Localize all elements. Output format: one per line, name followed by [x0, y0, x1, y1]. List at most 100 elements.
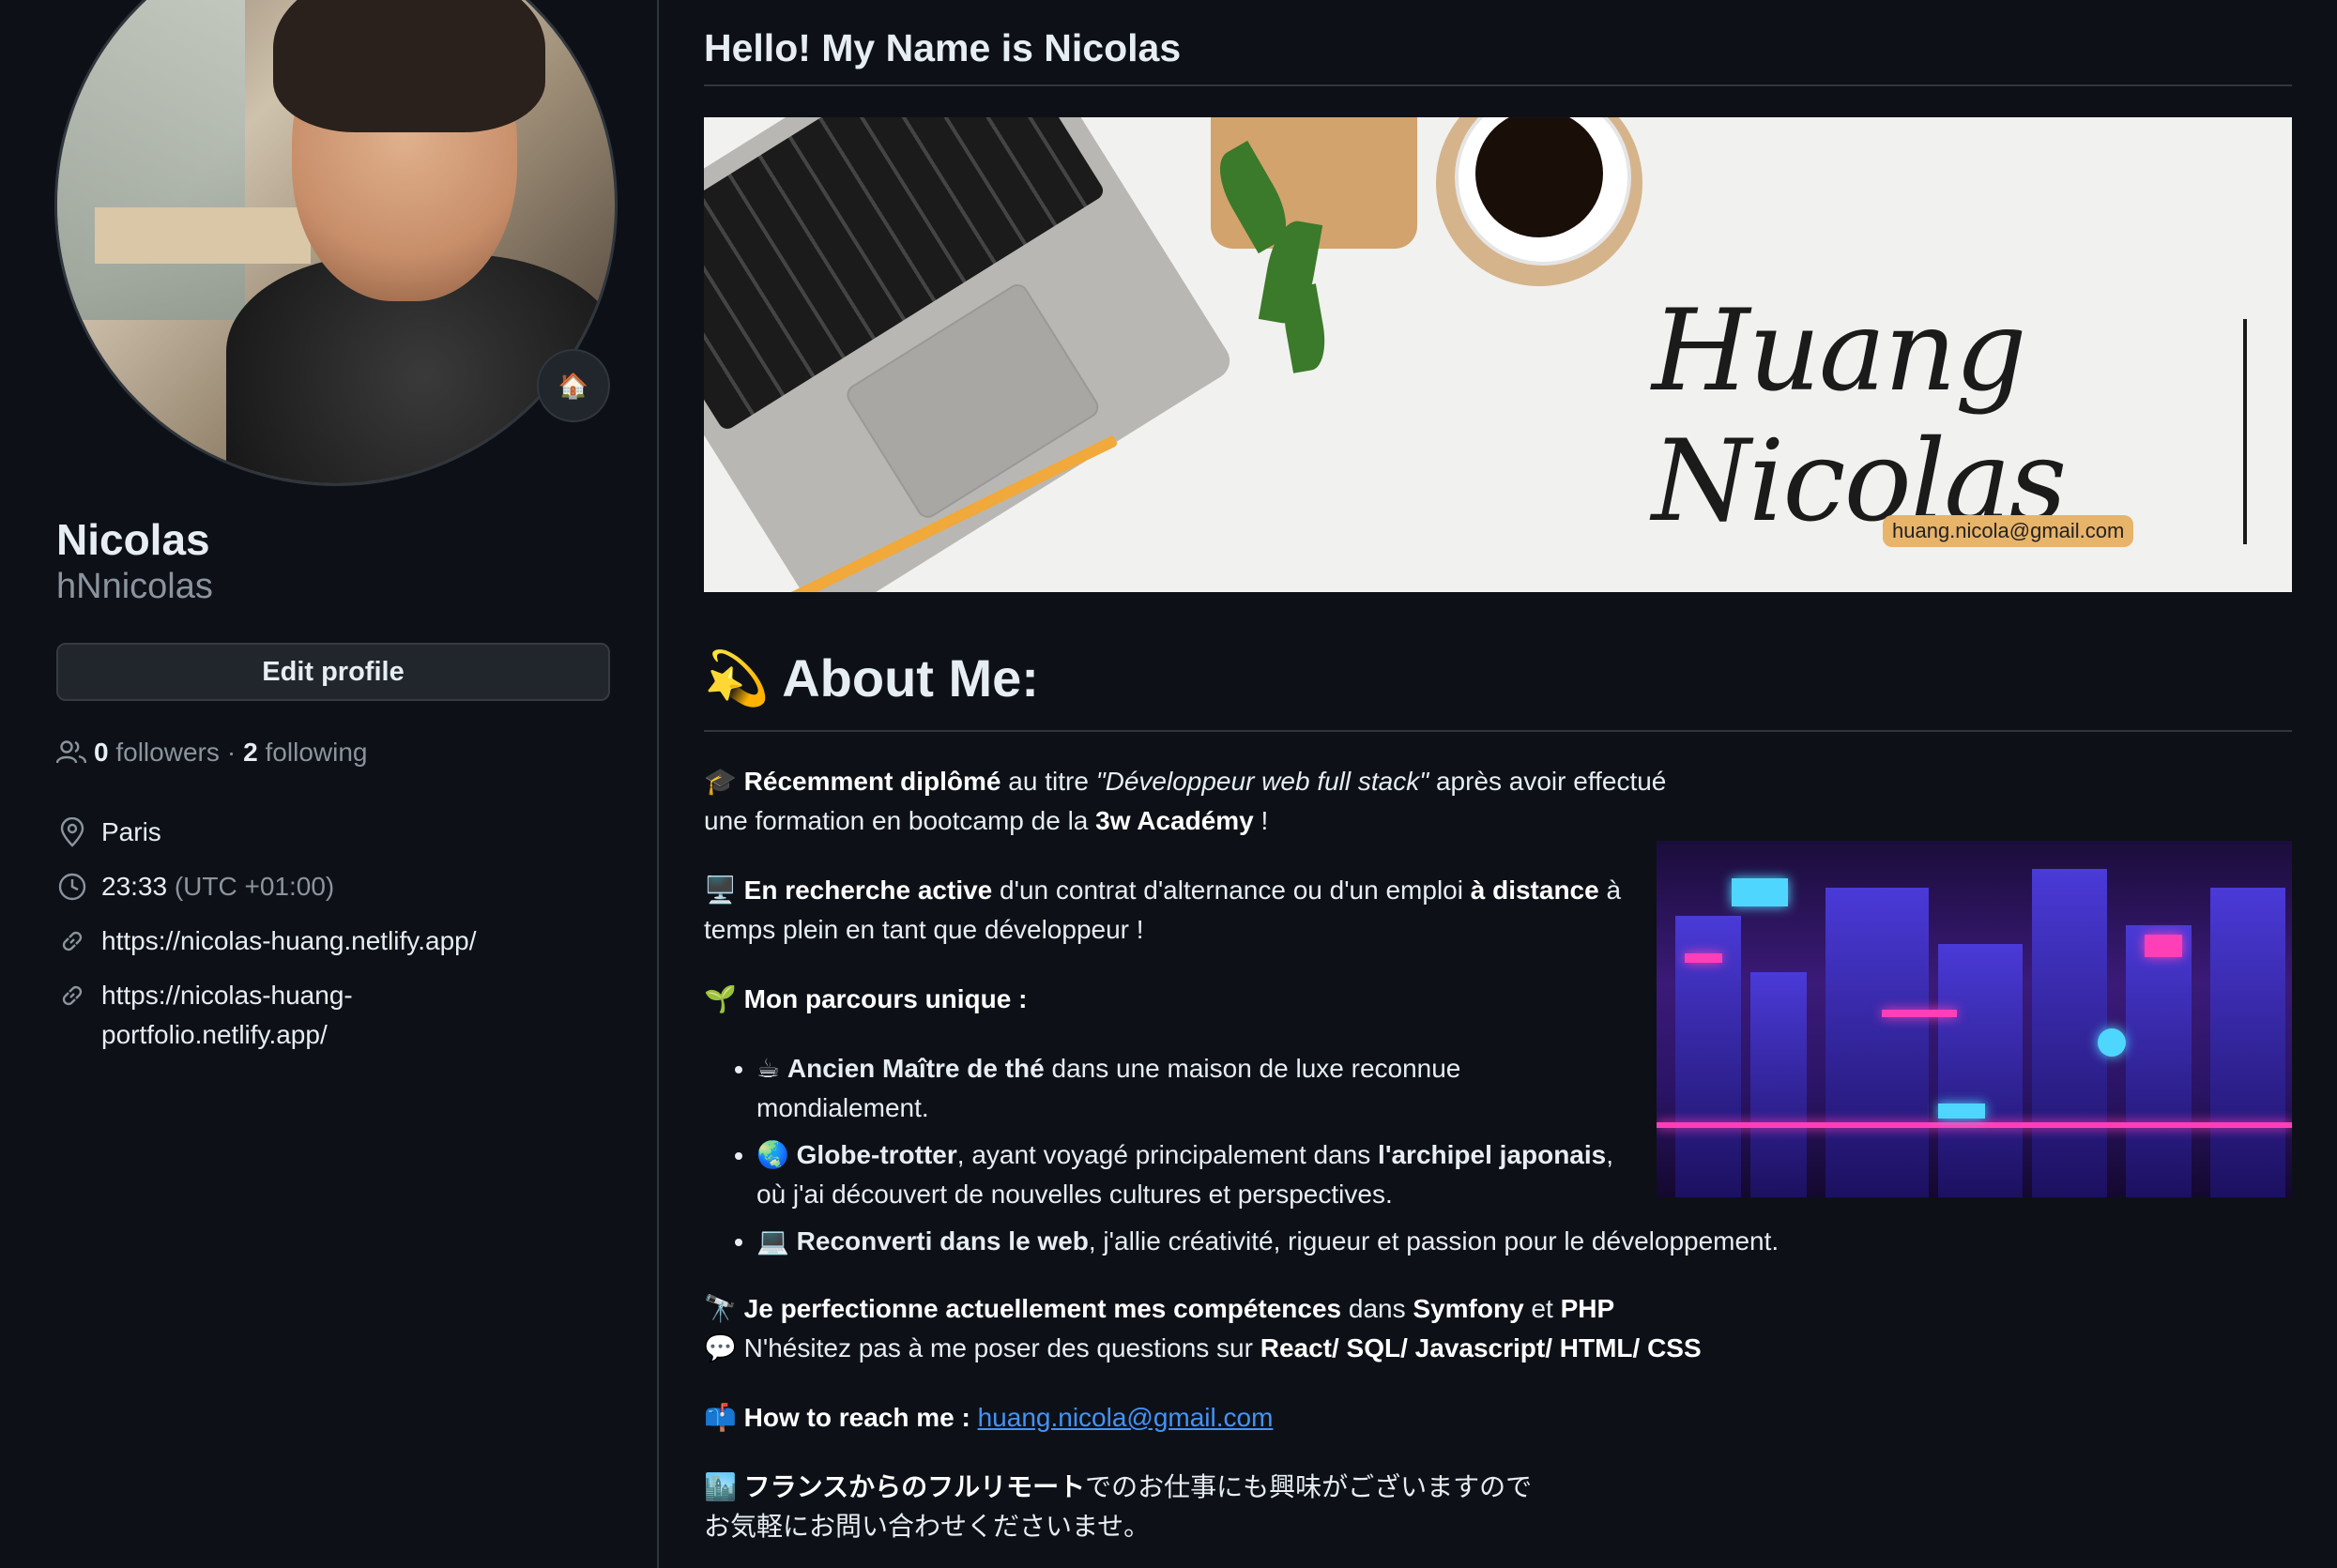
text: , ayant voyagé principalement dans — [956, 1140, 1379, 1169]
avatar[interactable] — [54, 0, 618, 486]
bold-text: PHP — [1560, 1294, 1615, 1323]
bold-text: Je perfectionne actuellement mes compéte… — [743, 1294, 1342, 1323]
text: et — [1523, 1294, 1561, 1323]
paragraph-parcours: 🌱 Mon parcours unique : — [704, 980, 1027, 1019]
text: N'hésitez pas à me poser des questions s… — [736, 1333, 1260, 1362]
website-item-2: https://nicolas-huang- portfolio.netlify… — [56, 976, 353, 1055]
globe-icon: 🌏 — [756, 1140, 789, 1169]
website-link-1[interactable]: https://nicolas-huang.netlify.app/ — [101, 921, 477, 961]
signature-bar — [2243, 319, 2247, 544]
follow-stats: 0 followers · 2 following — [56, 738, 367, 768]
neon-sign — [1882, 1010, 1957, 1017]
link-icon — [56, 976, 88, 1015]
seedling-icon: 🌱 — [704, 984, 737, 1013]
bold-text: Ancien Maître de thé — [787, 1054, 1045, 1083]
text: mondialement. — [756, 1093, 929, 1122]
followers-label: followers — [115, 738, 220, 767]
profile-display-name: Nicolas — [56, 515, 210, 564]
followers-count: 0 — [94, 738, 109, 767]
laptop-illustration — [704, 117, 1237, 592]
divider — [704, 730, 2292, 732]
website-link-2[interactable]: https://nicolas-huang- portfolio.netlify… — [101, 976, 353, 1055]
text: dans — [1341, 1294, 1413, 1323]
neon-sign — [2145, 935, 2182, 957]
website-item-1: https://nicolas-huang.netlify.app/ — [56, 921, 477, 961]
text: , j'allie créativité, rigueur et passion… — [1088, 1226, 1779, 1256]
bold-text: 3w Académy — [1095, 806, 1254, 835]
paragraph-japanese: 🏙️ フランスからのフルリモートでのお仕事にも興味がございますので お気軽にお問… — [704, 1468, 1532, 1546]
paragraph-skills: 🔭 Je perfectionne actuellement mes compé… — [704, 1289, 1702, 1368]
bold-text: à distance — [1470, 875, 1599, 905]
banner-image[interactable]: Huang Nicolas huang.nicola@gmail.com — [704, 117, 2292, 592]
bold-text: Mon parcours unique : — [743, 984, 1028, 1013]
avatar-hair — [273, 0, 545, 132]
bold-text: Globe-trotter — [796, 1140, 957, 1169]
about-heading-text: About Me: — [782, 648, 1039, 708]
text: où j'ai découvert de nouvelles cultures … — [756, 1180, 1393, 1209]
text: au titre — [1000, 767, 1096, 796]
link-icon — [56, 921, 88, 961]
divider — [704, 84, 2292, 86]
text: , — [1606, 1140, 1614, 1169]
text: temps plein en tant que développeur ! — [704, 915, 1144, 944]
people-icon — [56, 740, 86, 764]
text: お気軽にお問い合わせくださいませ。 — [704, 1512, 1151, 1541]
location-icon — [56, 813, 88, 852]
coffee-icon: ☕ — [756, 1054, 781, 1083]
timezone: (UTC +01:00) — [174, 872, 335, 901]
dizzy-icon: 💫 — [704, 648, 770, 708]
bold-text: How to reach me : — [743, 1403, 970, 1432]
text: dans une maison de luxe reconnue — [1044, 1054, 1461, 1083]
italic-text: "Développeur web full stack" — [1095, 767, 1429, 796]
text: ! — [1253, 806, 1269, 835]
website-link-2-line2: portfolio.netlify.app/ — [101, 1020, 328, 1049]
bold-text: Récemment diplômé — [743, 767, 1001, 796]
bold-text: En recherche active — [743, 875, 993, 905]
text: une formation en bootcamp de la — [704, 806, 1096, 835]
cityscape-icon: 🏙️ — [704, 1472, 737, 1501]
telescope-icon: 🔭 — [704, 1294, 737, 1323]
neon-sign — [1685, 953, 1722, 963]
bold-text: Symfony — [1413, 1294, 1524, 1323]
local-time-item: 23:33 (UTC +01:00) — [56, 867, 334, 906]
neon-sign — [1732, 878, 1788, 906]
clock-icon — [56, 867, 88, 906]
location-text: Paris — [101, 817, 161, 846]
list-item: 🌏 Globe-trotter, ayant voyagé principale… — [756, 1135, 2258, 1214]
status-badge[interactable]: 🏠 — [537, 349, 610, 422]
desktop-icon: 🖥️ — [704, 875, 737, 905]
bold-text: フランスからのフルリモート — [743, 1472, 1086, 1501]
banner-email: huang.nicola@gmail.com — [1883, 515, 2134, 547]
avatar-desk-bg — [95, 207, 311, 264]
parcours-list: ☕ Ancien Maître de thé dans une maison d… — [704, 1049, 2258, 1269]
bold-text: Reconverti dans le web — [796, 1226, 1089, 1256]
bold-text: React/ SQL/ Javascript/ HTML/ CSS — [1260, 1333, 1702, 1362]
email-link[interactable]: huang.nicola@gmail.com — [978, 1403, 1274, 1432]
following-label: following — [265, 738, 368, 767]
dot-separator: · — [226, 738, 237, 767]
profile-sidebar: 🏠 Nicolas hNnicolas Edit profile 0 follo… — [0, 0, 659, 1568]
list-item: 💻 Reconverti dans le web, j'allie créati… — [756, 1222, 2258, 1261]
avatar-window-bg — [57, 0, 245, 320]
text: d'un contrat d'alternance ou d'un emploi — [992, 875, 1471, 905]
text: après avoir effectué — [1428, 767, 1667, 796]
paragraph-diploma: 🎓 Récemment diplômé au titre "Développeu… — [704, 762, 1666, 841]
status-emoji: 🏠 — [558, 371, 589, 400]
readme-title: Hello! My Name is Nicolas — [704, 26, 1182, 69]
following-count: 2 — [243, 738, 258, 767]
following-link[interactable]: 2 following — [243, 738, 367, 768]
signature-text: Huang Nicolas — [1652, 286, 2067, 547]
edit-profile-button[interactable]: Edit profile — [56, 643, 610, 701]
laptop-icon: 💻 — [756, 1226, 789, 1256]
local-time: 23:33 — [101, 872, 168, 901]
text: à — [1598, 875, 1622, 905]
about-heading: 💫 About Me: — [704, 647, 1039, 709]
paragraph-contact: 📫 How to reach me : huang.nicola@gmail.c… — [704, 1398, 1273, 1438]
profile-username: hNnicolas — [56, 567, 213, 606]
followers-link[interactable]: 0 followers — [94, 738, 220, 768]
location-item: Paris — [56, 813, 161, 852]
speech-bubble-icon: 💬 — [704, 1333, 737, 1362]
graduation-cap-icon: 🎓 — [704, 767, 737, 796]
bold-text: l'archipel japonais — [1378, 1140, 1607, 1169]
leaf-illustration — [1278, 283, 1331, 373]
